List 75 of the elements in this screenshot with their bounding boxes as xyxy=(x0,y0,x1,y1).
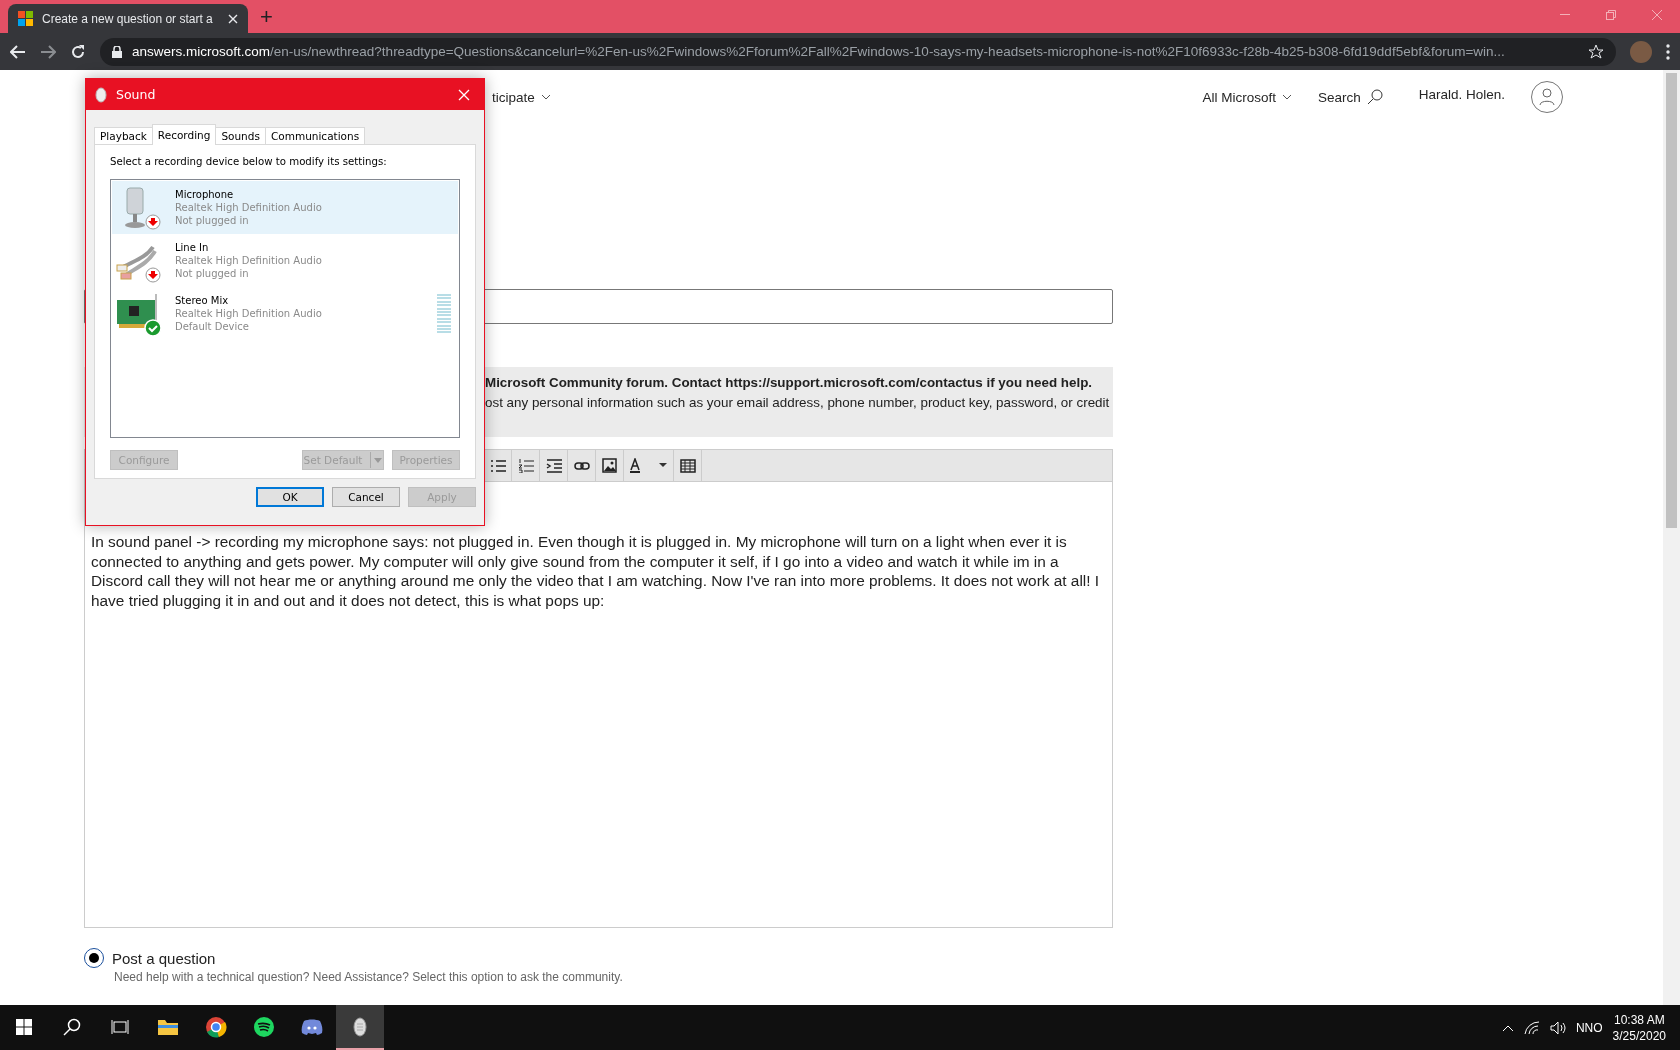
dialog-button[interactable]: OK xyxy=(256,487,324,507)
language-indicator[interactable]: NNO xyxy=(1575,1020,1603,1035)
indent-icon xyxy=(545,458,562,473)
speaker-icon[interactable] xyxy=(1549,1020,1566,1035)
all-microsoft-menu[interactable]: All Microsoft xyxy=(1202,89,1292,105)
lock-icon xyxy=(112,45,122,58)
bulleted-list-icon xyxy=(489,458,506,473)
search-icon xyxy=(1366,89,1383,105)
windows-logo-icon xyxy=(18,10,34,27)
instruction-text: Select a recording device below to modify its settings: xyxy=(110,156,388,167)
device-status: Default Device xyxy=(175,320,250,333)
search-icon xyxy=(63,1017,81,1036)
chrome-icon xyxy=(205,1015,227,1038)
device-name: Line In xyxy=(175,241,210,254)
dialog-title: Sound xyxy=(116,87,156,102)
folder-icon xyxy=(157,1017,179,1036)
font-color-icon xyxy=(628,457,669,474)
address-bar[interactable] xyxy=(100,37,1616,66)
device-name: Stereo Mix xyxy=(175,294,230,307)
url-text: answers.microsoft.com/en-us/newthread?threadtype=Questions&cancelurl=%2Fen-us%2Fwindows%2Fforum%2Fall%2Fwindows-10-says-my-headsets-microphone-is-not%2F10f6933c-f28b-4b25-b308-6fd19ddf5ebf&forum=win... xyxy=(132,44,1506,59)
dialog-tab[interactable]: Communications xyxy=(264,127,366,145)
person-icon xyxy=(1539,88,1555,106)
tab-title: Create a new question or start a xyxy=(42,11,214,26)
forward-icon[interactable] xyxy=(40,44,56,59)
chevron-down-icon xyxy=(1281,94,1292,100)
dialog-button[interactable]: Cancel xyxy=(332,487,400,507)
device-item[interactable]: Stereo Mix Realtek High Definition Audio Default Device xyxy=(112,287,458,340)
audio-cable-icon xyxy=(116,245,157,279)
task-view-icon xyxy=(111,1018,129,1035)
option-description: Need help with a technical question? Need Assistance? Select this option to ask the community. xyxy=(114,970,624,984)
dialog-tab[interactable]: Playback xyxy=(94,127,153,145)
close-icon xyxy=(458,88,470,101)
wifi-icon[interactable] xyxy=(1523,1020,1540,1035)
caret-icon xyxy=(374,457,383,463)
image-icon xyxy=(602,458,617,473)
search-button[interactable]: Search xyxy=(1317,89,1383,105)
device-name: Microphone xyxy=(175,188,235,201)
browser-tab[interactable]: Create a new question or start a xyxy=(8,4,248,33)
taskbar-app[interactable] xyxy=(336,1005,384,1050)
spotify-icon xyxy=(253,1015,275,1038)
scrollbar-thumb[interactable] xyxy=(1666,73,1677,528)
windows-logo-icon xyxy=(16,1018,32,1035)
dialog-tab[interactable]: Recording xyxy=(151,124,217,145)
back-icon[interactable] xyxy=(10,44,26,59)
device-driver: Realtek High Definition Audio xyxy=(175,201,323,214)
level-meter xyxy=(437,293,451,334)
notice-text: ost any personal information such as your email address, phone number, product key, password, or credit xyxy=(485,394,1111,412)
menu-icon[interactable] xyxy=(1666,43,1670,60)
user-name[interactable]: Harald. Holen. xyxy=(1418,86,1505,102)
reload-icon[interactable] xyxy=(70,43,86,60)
link-icon xyxy=(573,460,590,471)
body-text: In sound panel -> recording my microphone says: not plugged in. Even though it is plugged in. My microphone will turn on a light when ever it is connected to anything and gets power. My computer will only give sound from the computer it self, if I go into a video and watch it while im in a Discord call they will not hear me or anything around me only the video that I am watching. Now I've ran into more problems. It does not work at all! I have tried plugging it in and out and it does not detect, this is what pops up: xyxy=(91,533,1100,609)
microphone-icon xyxy=(125,187,145,228)
microphone-icon xyxy=(351,1015,369,1038)
notice-text: Microsoft Community forum. Contact https://support.microsoft.com/contactus if you need help. xyxy=(485,374,1094,392)
star-icon[interactable] xyxy=(1588,43,1604,60)
chevron-up-icon[interactable] xyxy=(1501,1023,1514,1032)
discord-icon xyxy=(301,1017,323,1036)
device-item[interactable]: Microphone Realtek High Definition Audio Not plugged in xyxy=(112,181,458,234)
sound-card-icon xyxy=(117,293,157,328)
option-label: Post a question xyxy=(112,949,216,967)
device-driver: Realtek High Definition Audio xyxy=(175,254,323,267)
table-icon xyxy=(679,458,696,473)
dialog-tab[interactable]: Sounds xyxy=(215,127,266,145)
numbered-list-icon xyxy=(517,458,534,473)
device-status: Not plugged in xyxy=(175,267,250,280)
device-driver: Realtek High Definition Audio xyxy=(175,307,323,320)
chevron-down-icon xyxy=(540,94,551,100)
device-status: Not plugged in xyxy=(175,214,250,227)
nav-menu-item[interactable]: ticipate xyxy=(492,89,551,105)
microphone-icon xyxy=(94,86,108,103)
new-tab-button[interactable]: + xyxy=(260,4,273,30)
device-item[interactable]: Line In Realtek High Definition Audio Not plugged in xyxy=(112,234,458,287)
clock[interactable]: 10:38 AM 3/25/2020 xyxy=(1612,1011,1666,1044)
scrollbar[interactable] xyxy=(1663,70,1680,1005)
